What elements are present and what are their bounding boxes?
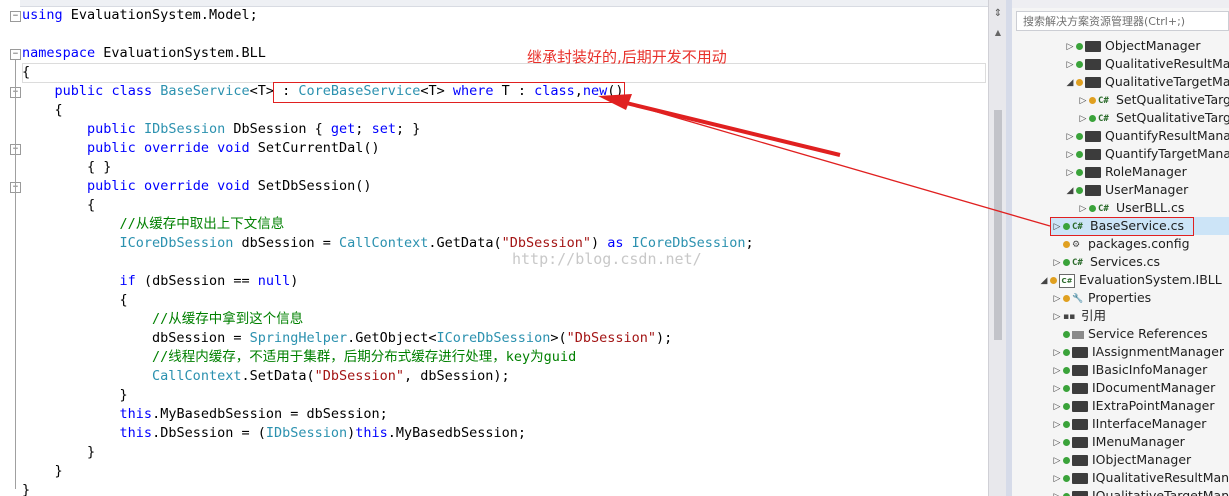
arrow-head	[598, 94, 632, 110]
annotation-arrow	[598, 94, 1051, 227]
arrow-shaft	[617, 99, 841, 157]
arrow-connector-line	[625, 102, 1051, 227]
